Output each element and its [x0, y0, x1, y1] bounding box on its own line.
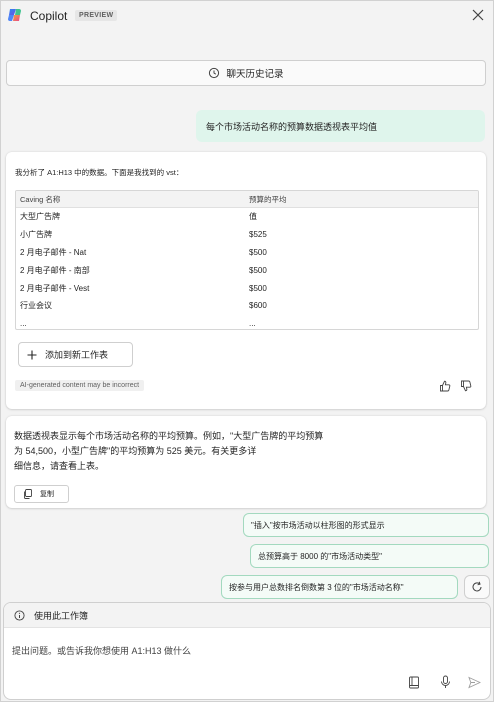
response-card: 我分析了 A1:H13 中的数据。下面是我找到的 vst： Caving 名称 …	[6, 152, 486, 409]
ai-disclaimer: AI-generated content may be incorrect	[15, 380, 145, 391]
table-row: 2 月电子邮件 - Vest $500	[16, 279, 478, 297]
table-row: 行业会议 $600	[16, 297, 478, 315]
microphone-icon	[440, 675, 450, 688]
info-icon	[14, 609, 25, 621]
summary-text: 数据透视表显示每个市场活动名称的平均预算。例如，"大型广告牌的平均预算 为 54…	[14, 429, 374, 474]
summary-line: 细信息，请查看上表。	[14, 461, 105, 471]
chat-history-button[interactable]: 聊天历史记录	[6, 60, 486, 86]
table-cell: 大型广告牌	[20, 212, 60, 222]
book-icon	[409, 676, 419, 688]
table-cell: $500	[249, 247, 267, 257]
chat-history-label: 聊天历史记录	[226, 69, 284, 80]
context-bar[interactable]: 使用此工作簿	[4, 603, 490, 628]
suggestion-chip[interactable]: "插入"按市场活动以柱形图的形式显示	[243, 513, 489, 537]
thumbs-up-icon	[440, 380, 451, 392]
suggestion-chip[interactable]: 按参与用户总数排名倒数第 3 位的"市场活动名称"	[221, 575, 458, 599]
suggestion-chip[interactable]: 总预算高于 8000 的"市场活动类型"	[250, 544, 489, 568]
pivot-table: Caving 名称 预算的平均 大型广告牌 值 小广告牌 $525 2 月电子邮…	[15, 190, 479, 330]
column-header: Caving 名称	[20, 194, 61, 204]
summary-line: 为 54,500，小型广告牌"的平均预算为 525 美元。有关更多详	[14, 446, 257, 456]
prompt-input[interactable]: 提出问题。或告诉我你想使用 A1:H13 做什么	[12, 644, 191, 657]
table-cell: $500	[249, 283, 267, 293]
table-row: 大型广告牌 值	[16, 208, 478, 226]
table-cell: 2 月电子邮件 - Vest	[20, 283, 90, 293]
table-cell: 值	[249, 212, 257, 222]
history-icon	[209, 67, 220, 79]
table-cell: $525	[249, 230, 267, 240]
header: Copilot PREVIEW	[1, 1, 493, 31]
copy-label: 复制	[40, 491, 54, 498]
thumbs-down-button[interactable]	[460, 380, 472, 392]
copy-button[interactable]: 复制	[14, 485, 69, 503]
user-message-bubble: 每个市场活动名称的预算数据透视表平均值	[196, 110, 485, 142]
refresh-suggestions-button[interactable]	[464, 575, 490, 599]
column-header: 预算的平均	[249, 194, 287, 204]
composer: 使用此工作簿 提出问题。或告诉我你想使用 A1:H13 做什么	[3, 602, 491, 700]
close-icon	[472, 9, 484, 21]
user-message-text: 每个市场活动名称的预算数据透视表平均值	[206, 121, 378, 132]
add-to-new-sheet-button[interactable]: 添加到新工作表	[18, 342, 133, 367]
refresh-icon	[472, 581, 482, 592]
close-button[interactable]	[469, 6, 487, 24]
table-cell: ...	[249, 319, 256, 329]
context-label: 使用此工作簿	[34, 610, 89, 621]
send-icon	[467, 676, 481, 688]
table-cell: $600	[249, 301, 267, 311]
table-cell: 2 月电子邮件 - Nat	[20, 247, 87, 257]
table-cell: 行业会议	[20, 301, 52, 311]
table-row: 小广告牌 $525	[16, 226, 478, 244]
plus-icon	[27, 350, 37, 359]
copilot-pane: Copilot PREVIEW 聊天历史记录 每个市场活动名称的预算数据透视表平…	[0, 0, 494, 702]
table-cell: 2 月电子邮件 - 南部	[20, 265, 90, 275]
summary-card: 数据透视表显示每个市场活动名称的平均预算。例如，"大型广告牌的平均预算 为 54…	[6, 416, 486, 508]
table-cell: $500	[249, 265, 267, 275]
app-title: Copilot	[30, 9, 68, 23]
table-header: Caving 名称 预算的平均	[16, 191, 478, 208]
summary-line: 数据透视表显示每个市场活动名称的平均预算。例如，"大型广告牌的平均预算	[14, 431, 324, 441]
send-button[interactable]	[466, 674, 482, 690]
copy-icon	[24, 489, 32, 499]
thumbs-down-icon	[461, 380, 472, 392]
table-cell: ...	[20, 319, 27, 329]
add-to-new-sheet-label: 添加到新工作表	[45, 350, 109, 360]
table-row: 2 月电子邮件 - 南部 $500	[16, 261, 478, 279]
table-row: 2 月电子邮件 - Nat $500	[16, 244, 478, 262]
preview-badge: PREVIEW	[75, 10, 118, 21]
response-intro: 我分析了 A1:H13 中的数据。下面是我找到的 vst：	[15, 168, 184, 177]
thumbs-up-button[interactable]	[439, 380, 451, 392]
table-cell: 小广告牌	[20, 230, 52, 240]
table-row: ... ...	[16, 315, 478, 329]
microphone-button[interactable]	[437, 674, 453, 690]
prompt-guide-button[interactable]	[406, 674, 422, 690]
copilot-logo-icon	[8, 9, 21, 21]
